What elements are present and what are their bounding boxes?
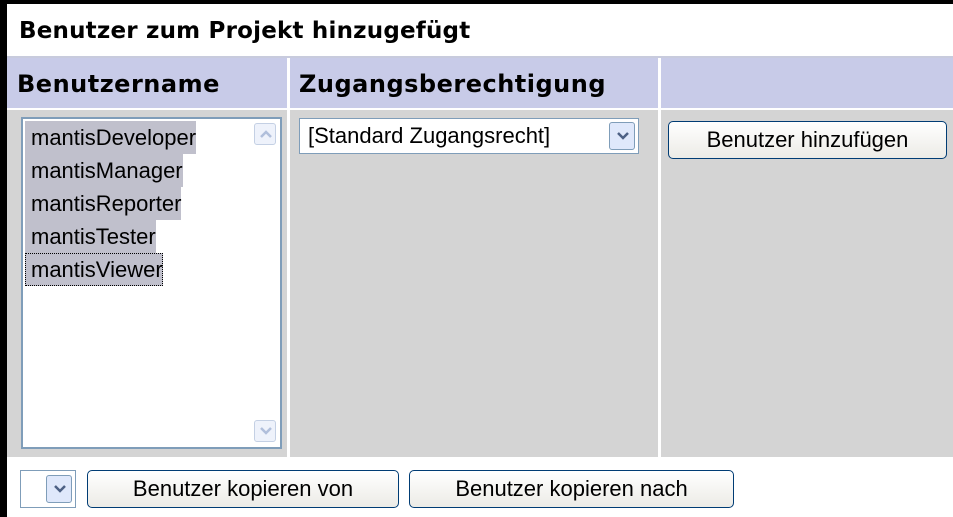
list-item[interactable]: mantisTester [25,220,156,253]
access-level-dropdown-button[interactable] [609,122,635,150]
chevron-up-icon [260,130,272,138]
chevron-down-icon [617,132,629,140]
project-select[interactable] [20,470,76,508]
access-level-value: [Standard Zugangsrecht] [308,123,551,148]
scroll-down-button[interactable] [254,420,276,442]
scroll-up-button[interactable] [254,123,276,145]
column-header-access: Zugangsberechtigung [299,70,607,98]
column-divider [287,110,290,457]
list-item[interactable]: mantisDeveloper [25,121,197,154]
project-dropdown-button[interactable] [46,475,72,503]
access-level-select[interactable]: [Standard Zugangsrecht] [299,118,639,154]
chevron-down-icon [260,427,272,435]
copy-users-from-button[interactable]: Benutzer kopieren von [87,470,399,508]
header-divider [287,58,290,108]
list-item[interactable]: mantisViewer [25,253,163,286]
column-header-username: Benutzername [17,70,220,98]
column-divider [658,110,661,457]
user-listbox[interactable]: mantisDeveloper mantisManager mantisRepo… [21,117,282,449]
panel-title: Benutzer zum Projekt hinzugefügt [19,18,471,44]
table-header-row: Benutzername Zugangsberechtigung [7,58,953,108]
panel-left-border [0,0,7,517]
user-list-scrollbar[interactable] [251,120,279,446]
list-item[interactable]: mantisManager [25,154,183,187]
add-users-panel: Benutzer zum Projekt hinzugefügt Benutze… [0,0,953,517]
panel-title-row: Benutzer zum Projekt hinzugefügt [7,4,953,58]
add-user-button[interactable]: Benutzer hinzufügen [668,121,947,159]
chevron-down-icon [54,485,66,493]
copy-users-to-button[interactable]: Benutzer kopieren nach [409,470,734,508]
header-divider [658,58,661,108]
list-item[interactable]: mantisReporter [25,187,182,220]
